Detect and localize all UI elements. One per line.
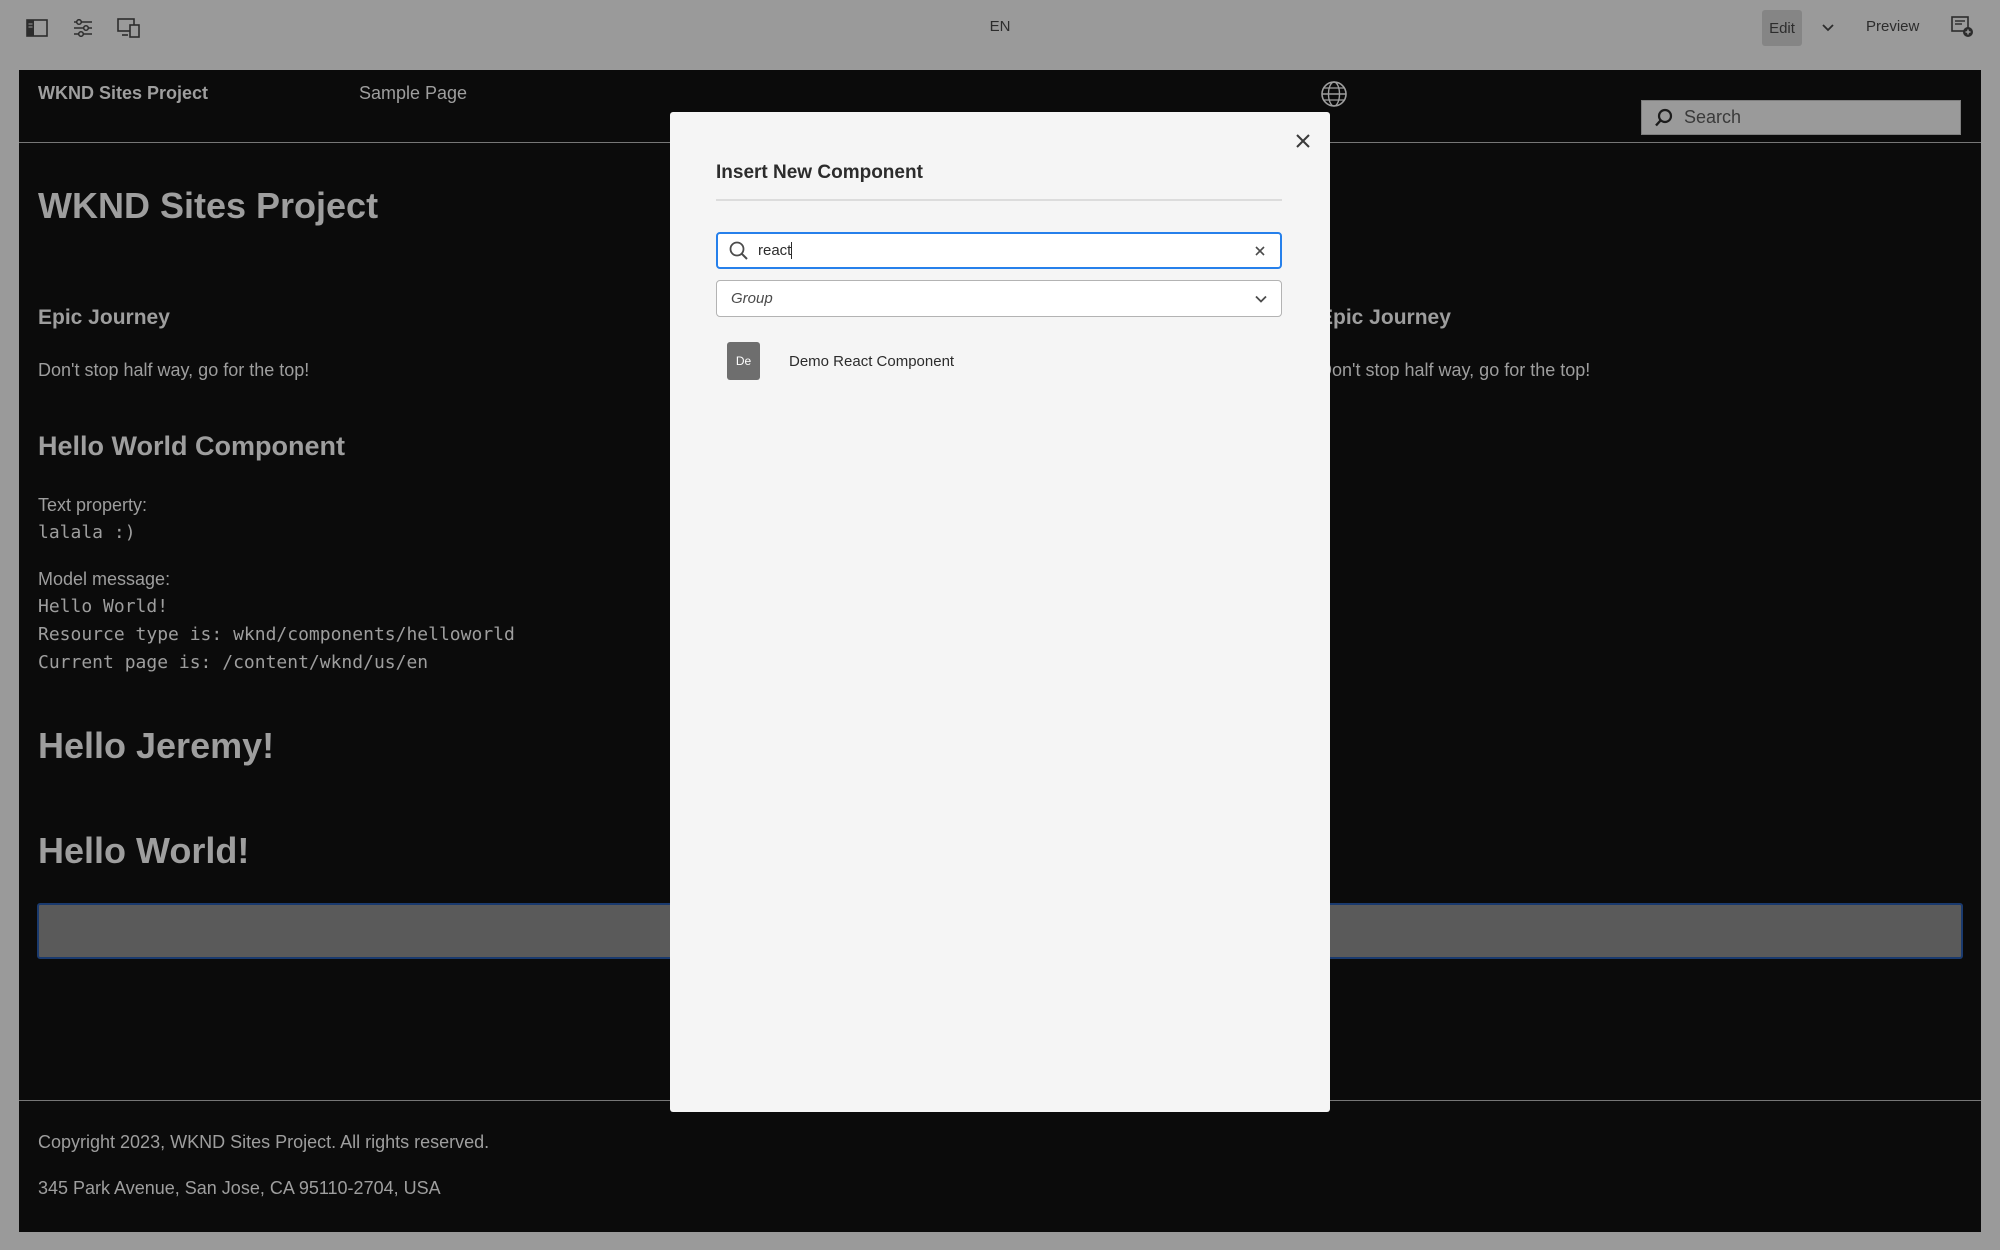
model-message-label: Model message: (38, 569, 171, 589)
text-property-label: Text property: (38, 495, 148, 515)
globe-icon[interactable] (1319, 79, 1349, 109)
component-result-item[interactable]: De Demo React Component (716, 338, 1282, 384)
insert-component-dialog: Insert New Component react Group De Demo… (670, 112, 1330, 1112)
model-message-line: Current page is: /content/wknd/us/en (38, 652, 429, 673)
model-message-line: Hello World! (38, 596, 169, 617)
side-panel-icon[interactable] (23, 14, 51, 42)
clear-search-icon[interactable] (1252, 243, 1268, 259)
editor-toolbar: EN Edit Preview (0, 0, 2000, 56)
page-properties-icon[interactable] (69, 14, 97, 42)
teaser-text: Don't stop half way, go for the top! (38, 360, 310, 380)
site-search-input[interactable]: Search (1641, 100, 1961, 135)
site-brand[interactable]: WKND Sites Project (38, 83, 208, 104)
component-search-input[interactable]: react (716, 232, 1282, 269)
search-icon (1655, 108, 1673, 126)
nav-link-sample-page[interactable]: Sample Page (359, 83, 467, 104)
text-property-value: lalala :) (38, 522, 136, 543)
search-placeholder: Search (1684, 107, 1742, 127)
page-title: WKND Sites Project (38, 185, 379, 226)
helloworld-title: Hello World Component (38, 431, 345, 461)
chevron-down-icon[interactable] (1818, 18, 1838, 38)
dialog-title: Insert New Component (716, 162, 923, 183)
chevron-down-icon (1255, 295, 1267, 303)
preview-button[interactable]: Preview (1866, 18, 1919, 35)
teaser-text: Don't stop half way, go for the top! (1319, 360, 1591, 380)
emulator-icon[interactable] (115, 14, 143, 42)
component-result-label: Demo React Component (789, 352, 955, 370)
group-select[interactable]: Group (716, 280, 1282, 317)
teaser-title: Epic Journey (1319, 306, 1451, 329)
footer-copyright: Copyright 2023, WKND Sites Project. All … (38, 1132, 490, 1152)
heading-hello-world: Hello World! (38, 830, 250, 871)
edit-mode-button[interactable]: Edit (1762, 10, 1802, 46)
component-badge: De (727, 342, 760, 380)
dialog-divider (716, 199, 1282, 201)
teaser-title: Epic Journey (38, 306, 170, 329)
search-icon (729, 241, 748, 260)
footer-address: 345 Park Avenue, San Jose, CA 95110-2704… (38, 1178, 441, 1198)
language-label: EN (989, 18, 1011, 35)
search-value: react (758, 241, 792, 259)
model-message-line: Resource type is: wknd/components/hellow… (38, 624, 515, 645)
close-icon[interactable] (1292, 130, 1314, 152)
heading-hello-jeremy: Hello Jeremy! (38, 725, 275, 766)
annotations-icon[interactable] (1950, 14, 1978, 42)
group-placeholder: Group (731, 290, 773, 307)
